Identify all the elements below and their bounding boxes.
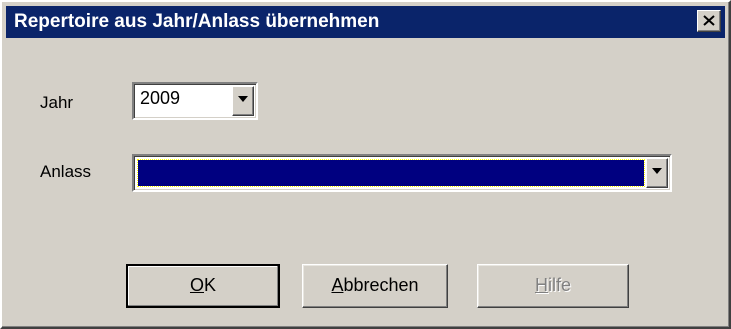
anlass-selection [137, 159, 645, 187]
ok-label: K [204, 275, 217, 295]
anlass-dropdown[interactable] [132, 154, 672, 192]
chevron-down-icon [238, 96, 248, 102]
cancel-label: bbrechen [343, 275, 419, 295]
help-label: ilfe [547, 275, 571, 295]
window-title: Repertoire aus Jahr/Anlass übernehmen [14, 11, 380, 32]
ok-mnemonic: O [189, 275, 204, 295]
jahr-dropdown-button[interactable] [232, 86, 254, 116]
help-mnemonic: H [534, 275, 548, 295]
anlass-value [138, 160, 142, 179]
help-button[interactable]: Hilfe [477, 264, 629, 308]
close-icon [703, 15, 715, 26]
chevron-down-icon [652, 168, 662, 174]
cancel-button[interactable]: Abbrechen [302, 264, 448, 308]
jahr-dropdown[interactable]: 2009 [132, 82, 258, 120]
dialog-window: Repertoire aus Jahr/Anlass übernehmen Ja… [0, 0, 731, 329]
anlass-label: Anlass [40, 162, 92, 181]
jahr-label: Jahr [40, 93, 74, 112]
cancel-mnemonic: A [331, 275, 344, 295]
jahr-value: 2009 [140, 88, 181, 108]
anlass-dropdown-button[interactable] [646, 158, 668, 188]
ok-button[interactable]: OK [126, 264, 280, 308]
close-button[interactable] [697, 10, 721, 32]
title-bar[interactable]: Repertoire aus Jahr/Anlass übernehmen [6, 6, 725, 38]
